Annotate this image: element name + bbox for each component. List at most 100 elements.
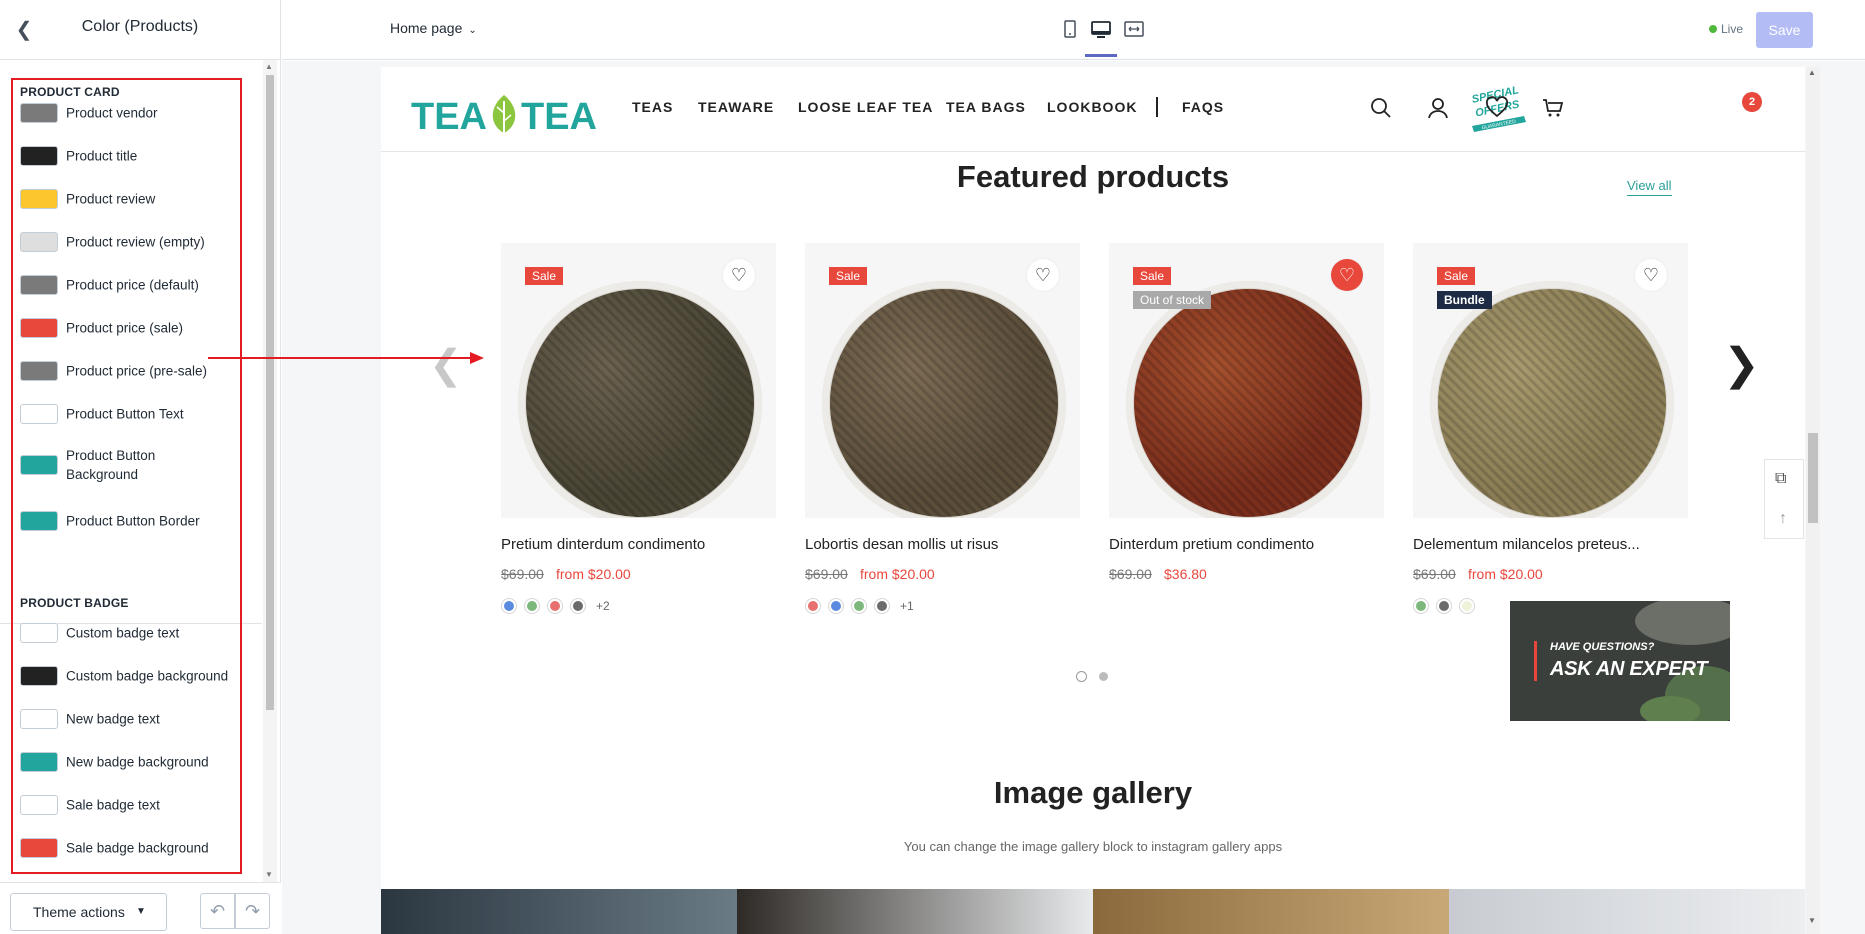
status-dot bbox=[1709, 25, 1717, 33]
theme-actions-label: Theme actions bbox=[33, 904, 125, 920]
gallery-image[interactable] bbox=[1449, 889, 1805, 934]
swatch-option[interactable] bbox=[1437, 599, 1451, 613]
wishlist-heart-icon[interactable]: ♡ bbox=[1635, 259, 1667, 291]
product-title[interactable]: Pretium dinterdum condimento bbox=[501, 536, 705, 553]
pagination-dot-active[interactable] bbox=[1076, 671, 1087, 682]
nav-separator bbox=[1156, 97, 1158, 117]
expert-cta: ASK AN EXPERT bbox=[1550, 658, 1708, 680]
view-all-link[interactable]: View all bbox=[1627, 178, 1672, 196]
save-button[interactable]: Save bbox=[1756, 12, 1813, 48]
product-price: from $20.00 bbox=[556, 566, 631, 582]
swatch-option[interactable] bbox=[1414, 599, 1428, 613]
product-title[interactable]: Lobortis desan mollis ut risus bbox=[805, 536, 998, 553]
product-price: $36.80 bbox=[1164, 566, 1207, 582]
highlight-box bbox=[11, 78, 242, 874]
swatch-option[interactable] bbox=[502, 599, 516, 613]
product-title[interactable]: Dinterdum pretium condimento bbox=[1109, 536, 1314, 553]
nav-link[interactable]: TEA BAGS bbox=[946, 99, 1026, 115]
product-compare-price: $69.00 bbox=[501, 566, 544, 582]
desktop-icon[interactable] bbox=[1088, 18, 1114, 42]
product-image[interactable]: Sale ♡ bbox=[501, 243, 776, 518]
caret-down-icon: ▼ bbox=[136, 906, 146, 917]
undo-icon[interactable]: ↶ bbox=[200, 893, 235, 929]
page-selector[interactable]: Home page ⌄ bbox=[390, 20, 477, 36]
swatch-option[interactable] bbox=[548, 599, 562, 613]
redo-icon[interactable]: ↷ bbox=[235, 893, 270, 929]
mobile-icon[interactable] bbox=[1057, 18, 1083, 42]
search-icon[interactable] bbox=[1369, 96, 1393, 120]
section-title: Featured products bbox=[956, 159, 1230, 194]
more-swatches: +2 bbox=[596, 599, 610, 613]
pagination-dot[interactable] bbox=[1099, 672, 1108, 681]
nav-link[interactable]: TEAS bbox=[632, 99, 673, 115]
chevron-down-icon: ⌄ bbox=[468, 25, 477, 36]
product-badge: Bundle bbox=[1437, 291, 1492, 309]
wishlist-heart-icon[interactable]: ♡ bbox=[723, 259, 755, 291]
loose-tea bbox=[526, 289, 754, 517]
wishlist-heart-icon[interactable]: ♡ bbox=[1331, 259, 1363, 291]
swatch-option[interactable] bbox=[829, 599, 843, 613]
nav-link[interactable]: TEAWARE bbox=[698, 99, 774, 115]
preview-scrollbar-thumb[interactable] bbox=[1808, 433, 1818, 523]
product-compare-price: $69.00 bbox=[1413, 566, 1456, 582]
expand-icon[interactable]: ⧉ bbox=[1775, 470, 1786, 488]
product-badge: Sale bbox=[1133, 267, 1172, 285]
swatch-option[interactable] bbox=[875, 599, 889, 613]
gallery-image[interactable] bbox=[1093, 889, 1449, 934]
svg-text:GUARANTEED: GUARANTEED bbox=[1481, 119, 1517, 132]
scroll-down-icon[interactable]: ▼ bbox=[265, 870, 273, 879]
loose-tea bbox=[1438, 289, 1666, 517]
fullwidth-icon[interactable] bbox=[1121, 18, 1147, 42]
swatch-option[interactable] bbox=[571, 599, 585, 613]
svg-text:TEA: TEA bbox=[521, 96, 597, 138]
gallery-image[interactable] bbox=[381, 889, 737, 934]
gallery-image[interactable] bbox=[737, 889, 1093, 934]
account-icon[interactable] bbox=[1426, 96, 1450, 120]
accent-bar bbox=[1534, 641, 1537, 681]
nav-link[interactable]: FAQS bbox=[1182, 99, 1224, 115]
product-price: from $20.00 bbox=[1468, 566, 1543, 582]
product-card[interactable]: Sale Out of stock ♡ Dinterdum pretium condi… bbox=[1109, 243, 1384, 623]
product-title[interactable]: Delementum milancelos preteus... bbox=[1413, 536, 1640, 553]
swatch-option[interactable] bbox=[806, 599, 820, 613]
theme-actions-button[interactable]: Theme actions ▼ bbox=[10, 893, 167, 931]
sidebar-title: Color (Products) bbox=[81, 18, 199, 35]
cart-icon[interactable] bbox=[1541, 96, 1565, 120]
page-selector-label: Home page bbox=[390, 20, 463, 36]
swatch-option[interactable] bbox=[852, 599, 866, 613]
product-badge: Out of stock bbox=[1133, 291, 1212, 309]
store-header: TEA TEA TEAS TEAWARE LOOSE LEAF TEA TEA BAG… bbox=[381, 67, 1805, 152]
swatch-option[interactable] bbox=[1460, 599, 1474, 613]
cart-count-badge: 2 bbox=[1742, 92, 1762, 112]
chevron-left-icon[interactable]: ❮ bbox=[10, 16, 38, 44]
product-card[interactable]: Sale ♡ Pretium dinterdum condimento $69.00 f… bbox=[501, 243, 776, 623]
product-image[interactable]: Sale ♡ bbox=[805, 243, 1080, 518]
expert-question: HAVE QUESTIONS? bbox=[1550, 641, 1655, 653]
scroll-down-icon[interactable]: ▼ bbox=[1808, 916, 1816, 925]
nav-link[interactable]: LOOSE LEAF TEA bbox=[798, 99, 933, 115]
chevron-left-icon[interactable]: ❮ bbox=[429, 342, 463, 388]
product-image[interactable]: Sale Bundle ♡ bbox=[1413, 243, 1688, 518]
store-preview[interactable]: TEA TEA TEAS TEAWARE LOOSE LEAF TEA TEA BAG… bbox=[381, 67, 1805, 934]
heart-icon[interactable] bbox=[1485, 96, 1509, 120]
status-label: Live bbox=[1721, 22, 1744, 36]
scroll-up-icon[interactable]: ▲ bbox=[265, 62, 273, 71]
product-compare-price: $69.00 bbox=[805, 566, 848, 582]
product-card[interactable]: Sale ♡ Lobortis desan mollis ut risus $69.0… bbox=[805, 243, 1080, 623]
nav-link[interactable]: LOOKBOOK bbox=[1047, 99, 1137, 115]
gallery-title: Image gallery bbox=[993, 775, 1193, 810]
scroll-up-icon[interactable]: ▲ bbox=[1808, 68, 1816, 77]
product-card[interactable]: Sale Bundle ♡ Delementum milancelos preteus… bbox=[1413, 243, 1688, 623]
back-to-top-icon[interactable]: ↑ bbox=[1779, 510, 1787, 528]
store-logo[interactable]: TEA TEA bbox=[411, 81, 601, 141]
floating-tools: ⧉ ↑ bbox=[1764, 459, 1804, 539]
chevron-right-icon[interactable]: ❯ bbox=[1723, 339, 1760, 390]
swatch-option[interactable] bbox=[525, 599, 539, 613]
ask-expert-banner[interactable]: HAVE QUESTIONS? ASK AN EXPERT bbox=[1510, 601, 1730, 721]
sidebar-scrollbar-thumb[interactable] bbox=[266, 75, 274, 710]
wishlist-heart-icon[interactable]: ♡ bbox=[1027, 259, 1059, 291]
product-image[interactable]: Sale Out of stock ♡ bbox=[1109, 243, 1384, 518]
product-badge: Sale bbox=[1437, 267, 1476, 285]
product-compare-price: $69.00 bbox=[1109, 566, 1152, 582]
loose-tea bbox=[1134, 289, 1362, 517]
